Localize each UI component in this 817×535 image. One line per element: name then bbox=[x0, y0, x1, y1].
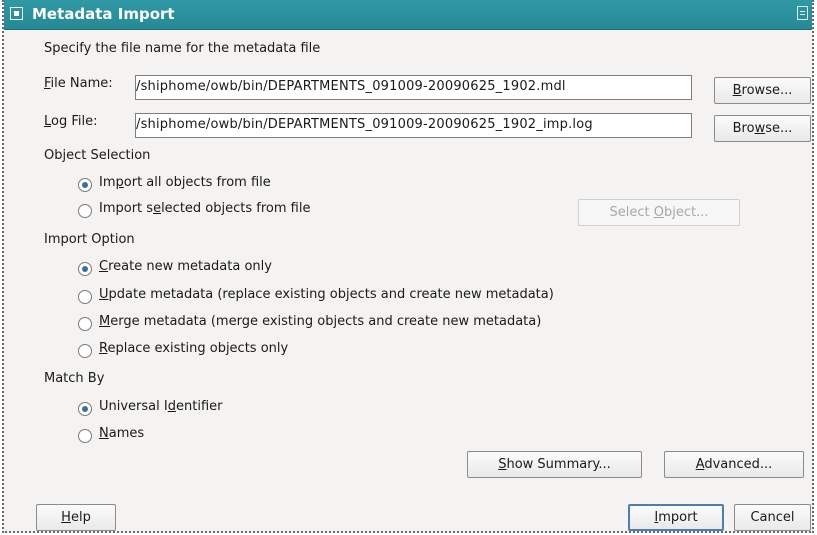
universal-identifier-label[interactable]: Universal Identifier bbox=[99, 399, 222, 414]
restore-icon[interactable] bbox=[797, 6, 808, 20]
cancel-button[interactable]: Cancel bbox=[734, 504, 811, 531]
file-name-input[interactable]: /shiphome/owb/bin/DEPARTMENTS_091009-200… bbox=[135, 75, 692, 100]
window-menu-icon[interactable] bbox=[10, 7, 23, 20]
create-new-radio[interactable] bbox=[78, 262, 92, 276]
advanced-button[interactable]: Advanced... bbox=[664, 451, 804, 478]
import-all-label[interactable]: Import all objects from file bbox=[99, 175, 271, 190]
file-name-label: File Name: bbox=[44, 76, 113, 91]
update-metadata-radio[interactable] bbox=[78, 290, 92, 304]
log-file-browse-button[interactable]: Browse... bbox=[714, 115, 811, 142]
instruction-text: Specify the file name for the metadata f… bbox=[44, 41, 321, 56]
log-file-label: Log File: bbox=[44, 114, 98, 129]
help-button[interactable]: Help bbox=[36, 504, 116, 531]
title-bar[interactable]: Metadata Import bbox=[4, 0, 812, 30]
import-all-radio[interactable] bbox=[78, 178, 92, 192]
dialog-window: Metadata Import Specify the file name fo… bbox=[2, 0, 814, 533]
object-selection-heading: Object Selection bbox=[44, 148, 151, 163]
import-option-heading: Import Option bbox=[44, 232, 135, 247]
update-metadata-label[interactable]: Update metadata (replace existing object… bbox=[99, 287, 554, 302]
names-radio[interactable] bbox=[78, 429, 92, 443]
create-new-label[interactable]: Create new metadata only bbox=[99, 259, 272, 274]
replace-existing-label[interactable]: Replace existing objects only bbox=[99, 341, 288, 356]
names-label[interactable]: Names bbox=[99, 426, 144, 441]
merge-metadata-radio[interactable] bbox=[78, 317, 92, 331]
match-by-heading: Match By bbox=[44, 371, 105, 386]
select-object-button[interactable]: Select Object... bbox=[578, 199, 740, 226]
import-button[interactable]: Import bbox=[628, 504, 724, 531]
import-selected-label[interactable]: Import selected objects from file bbox=[99, 201, 310, 216]
merge-metadata-label[interactable]: Merge metadata (merge existing objects a… bbox=[99, 314, 541, 329]
replace-existing-radio[interactable] bbox=[78, 344, 92, 358]
show-summary-button[interactable]: Show Summary... bbox=[467, 451, 642, 478]
universal-identifier-radio[interactable] bbox=[78, 402, 92, 416]
import-selected-radio[interactable] bbox=[78, 204, 92, 218]
dialog-title: Metadata Import bbox=[32, 5, 175, 23]
file-name-browse-button[interactable]: Browse... bbox=[714, 77, 811, 104]
log-file-input[interactable]: /shiphome/owb/bin/DEPARTMENTS_091009-200… bbox=[135, 113, 692, 138]
